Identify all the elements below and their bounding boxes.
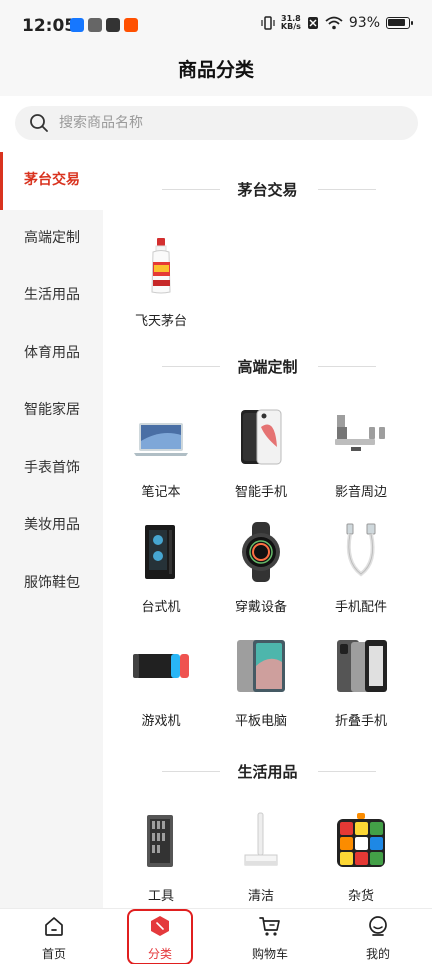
section-title-text: 生活用品	[237, 763, 298, 781]
product-item[interactable]: 影音周边	[311, 407, 411, 500]
foldable-phone-icon	[331, 636, 391, 696]
cart-icon	[259, 917, 280, 936]
taobao-icon	[124, 18, 138, 32]
product-item[interactable]: 杂货	[311, 811, 411, 904]
toolkit-icon	[131, 811, 191, 871]
section-title: 高端定制	[103, 356, 432, 377]
smartwatch-icon	[231, 522, 291, 582]
status-bar: 12:05 31.8 KB/s 93%	[0, 0, 432, 48]
sidebar-item-label: 美妆用品	[24, 517, 80, 533]
section-title: 茅台交易	[103, 179, 432, 200]
product-item[interactable]: 穿戴设备	[211, 522, 311, 615]
product-item[interactable]: 工具	[111, 811, 211, 904]
sidebar-item-sports[interactable]: 体育用品	[0, 325, 103, 383]
nav-label: 我的	[365, 947, 390, 961]
nav-cart[interactable]: 购物车	[216, 909, 324, 964]
sidebar-item-label: 智能家居	[24, 402, 80, 418]
home-icon	[45, 917, 63, 936]
sidebar-item-smart-home[interactable]: 智能家居	[0, 382, 103, 440]
product-label: 手机配件	[334, 600, 387, 615]
net-speed-unit: KB/s	[280, 22, 301, 31]
bottom-nav: 首页 分类 购物车 我的	[0, 908, 432, 964]
speaker-icon	[331, 407, 391, 467]
sidebar-item-label: 手表首饰	[24, 459, 80, 476]
rubiks-cube-icon	[331, 811, 391, 871]
search-bar	[0, 96, 432, 150]
mail-icon	[88, 18, 102, 32]
product-item[interactable]: 手机配件	[311, 522, 411, 615]
search-icon	[30, 114, 48, 132]
smartphone-icon	[231, 407, 291, 467]
product-label: 穿戴设备	[234, 600, 287, 615]
profile-icon	[369, 916, 387, 936]
product-label: 飞天茅台	[134, 314, 187, 329]
sidebar-item-beauty[interactable]: 美妆用品	[0, 497, 103, 555]
nav-home[interactable]: 首页	[0, 909, 108, 964]
product-label: 台式机	[141, 600, 181, 615]
product-item[interactable]: 台式机	[111, 522, 211, 615]
nav-label: 购物车	[251, 947, 288, 961]
tablet-icon	[231, 636, 291, 696]
search-input[interactable]	[59, 106, 399, 140]
product-item[interactable]: 清洁	[211, 811, 311, 904]
product-item[interactable]: 笔记本	[111, 407, 211, 500]
battery-percent: 93%	[348, 15, 380, 31]
section-title-text: 高端定制	[237, 358, 298, 376]
page-title: 商品分类	[177, 59, 254, 81]
section-title: 生活用品	[103, 761, 432, 782]
product-label: 笔记本	[141, 485, 181, 500]
nav-profile[interactable]: 我的	[324, 909, 432, 964]
game-console-icon	[131, 636, 191, 696]
product-label: 折叠手机	[334, 714, 387, 729]
mop-icon	[231, 811, 291, 871]
sidebar-item-moutai[interactable]: 茅台交易	[0, 152, 103, 210]
net-speed: 31.8 KB/s	[281, 15, 301, 31]
active-tab-highlight	[127, 909, 193, 964]
sidebar-item-label: 高端定制	[24, 229, 80, 246]
product-label: 杂货	[347, 889, 374, 904]
sidebar-item-daily-goods[interactable]: 生活用品	[0, 267, 103, 325]
sidebar-item-watch-jewelry[interactable]: 手表首饰	[0, 440, 103, 498]
product-label: 平板电脑	[234, 714, 287, 729]
category-sidebar: 茅台交易 高端定制 生活用品 体育用品 智能家居 手表首饰 美妆用品 服饰鞋包	[0, 152, 103, 908]
moutai-bottle-icon	[131, 236, 191, 296]
status-time: 12:05	[22, 16, 77, 36]
product-label: 智能手机	[234, 485, 287, 500]
status-right: 31.8 KB/s 93%	[261, 15, 413, 31]
product-item[interactable]: 平板电脑	[211, 636, 311, 729]
sidebar-item-premium-custom[interactable]: 高端定制	[0, 210, 103, 268]
desktop-tower-icon	[131, 522, 191, 582]
usb-cable-icon	[331, 522, 391, 582]
category-content: 茅台交易 飞天茅台 高端定制 笔记本 智能手机 影音周边 台式机 穿戴设备 手机…	[103, 152, 432, 908]
product-item[interactable]: 游戏机	[111, 636, 211, 729]
sidebar-item-label: 体育用品	[24, 344, 80, 361]
section-title-text: 茅台交易	[237, 181, 298, 199]
nav-label: 首页	[41, 947, 66, 961]
laptop-icon	[131, 407, 191, 467]
sidebar-item-label: 生活用品	[24, 287, 80, 303]
no-sim-icon	[307, 17, 318, 29]
sidebar-item-apparel[interactable]: 服饰鞋包	[0, 555, 103, 613]
product-label: 清洁	[247, 889, 274, 904]
product-item[interactable]: 智能手机	[211, 407, 311, 500]
status-app-icons	[70, 18, 138, 32]
sidebar-item-label: 服饰鞋包	[24, 574, 80, 591]
product-label: 工具	[147, 889, 174, 904]
wifi-icon	[325, 16, 343, 30]
battery-icon	[386, 17, 413, 29]
link-icon	[106, 18, 120, 32]
product-item[interactable]: 飞天茅台	[111, 236, 211, 329]
product-label: 影音周边	[334, 485, 387, 500]
search-box[interactable]	[15, 106, 418, 140]
product-label: 游戏机	[141, 714, 181, 729]
product-item[interactable]: 折叠手机	[311, 636, 411, 729]
sidebar-item-label: 茅台交易	[24, 172, 80, 188]
alipay-icon	[70, 18, 84, 32]
vibrate-icon	[261, 16, 275, 30]
header: 商品分类	[0, 48, 432, 96]
